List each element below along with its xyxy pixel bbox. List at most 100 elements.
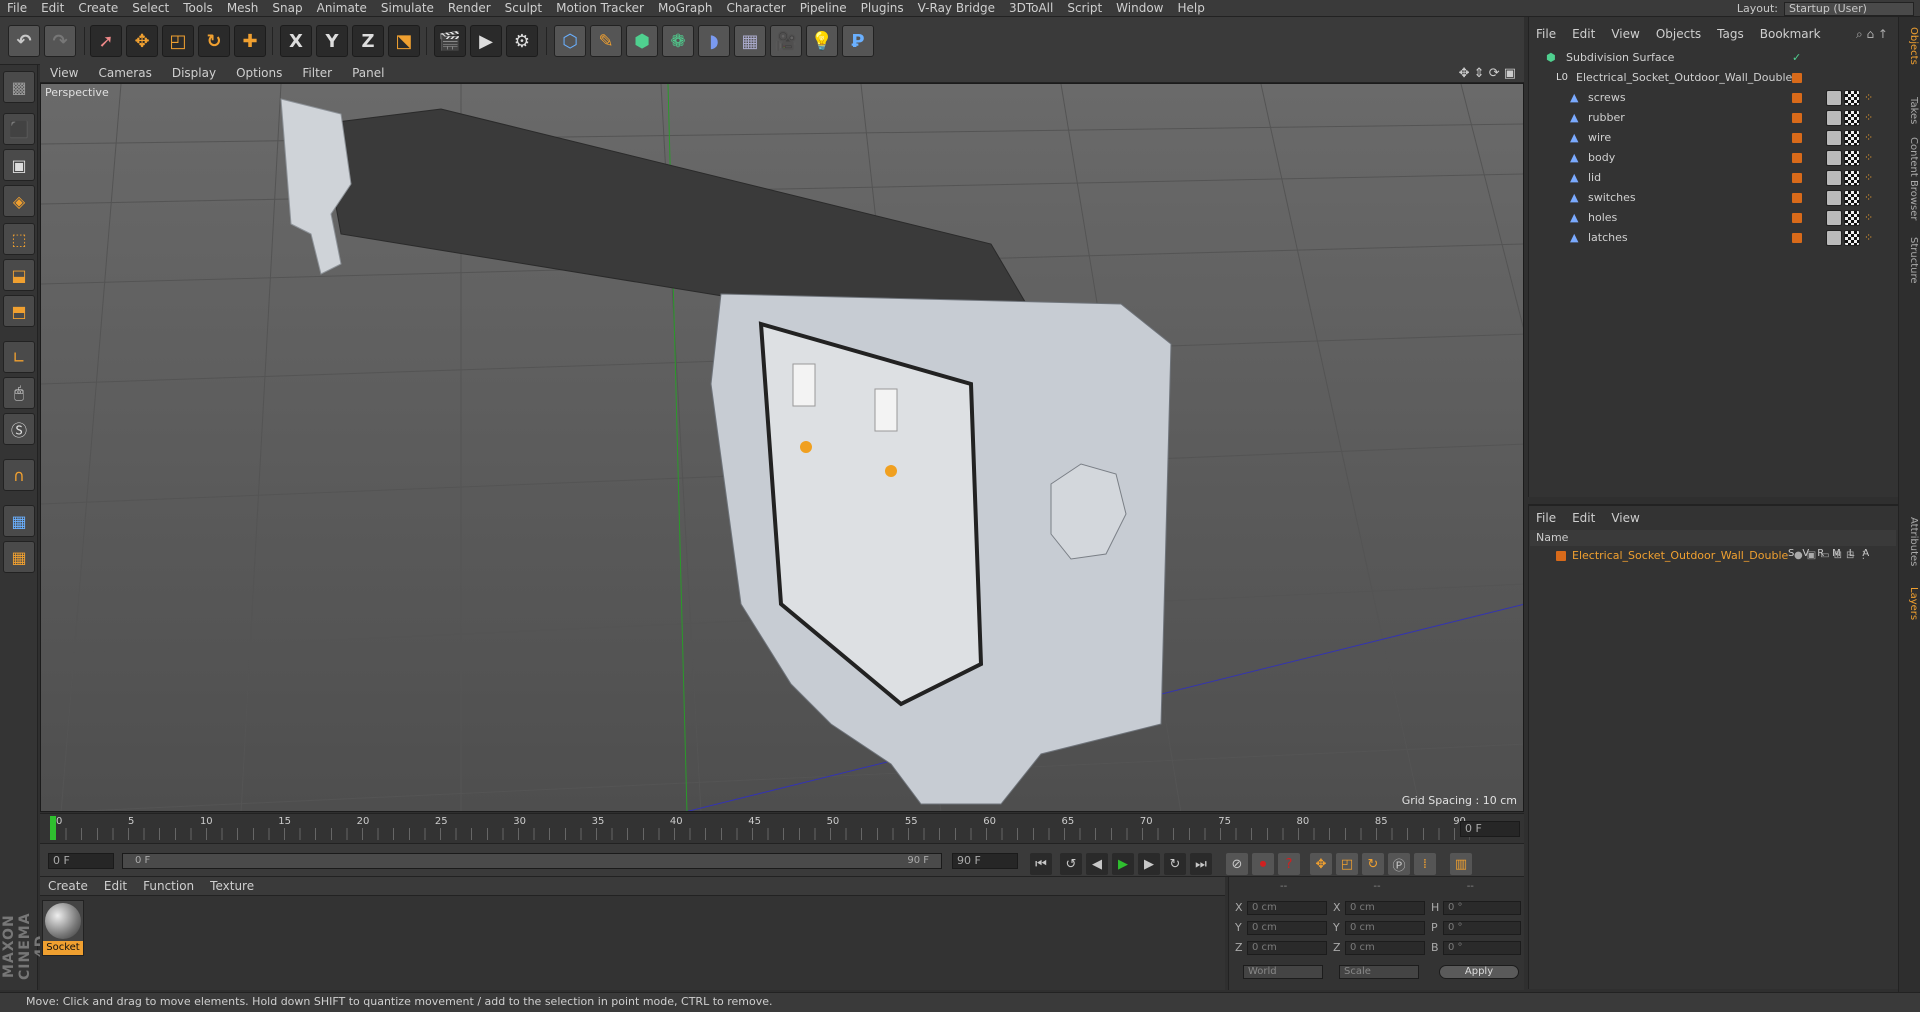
timeline-window-icon[interactable]: ▥ [1450,853,1472,875]
object-row[interactable]: ▲ holes ⁘ [1530,208,1896,228]
menu-vray-bridge[interactable]: V-Ray Bridge [911,1,1002,15]
layer-row[interactable]: Electrical_Socket_Outdoor_Wall_Double ●▣… [1530,546,1896,566]
planar-workplane-icon[interactable]: ▦ [3,541,35,573]
texture-tag-icon[interactable] [1826,170,1842,186]
python-icon[interactable]: Ꝑ [842,25,874,57]
objects-menu-edit[interactable]: Edit [1564,27,1603,41]
uvw-tag-icon[interactable] [1844,110,1860,126]
menu-sculpt[interactable]: Sculpt [498,1,549,15]
search-icon[interactable]: ⌕ ⌂ ↑ [1856,27,1888,42]
viewport-menu-options[interactable]: Options [226,66,292,80]
texture-tag-icon[interactable] [1826,230,1842,246]
object-row[interactable]: ▲ switches ⁘ [1530,188,1896,208]
start-frame-field[interactable]: 0 F [48,853,114,869]
go-to-start-icon[interactable]: ⏮ [1030,853,1052,875]
playhead[interactable] [50,816,56,840]
edit-render-settings-icon[interactable]: ⚙ [506,25,538,57]
menu-window[interactable]: Window [1109,1,1170,15]
lock-x-icon[interactable]: X [280,25,312,57]
layer-tag-icon[interactable] [1792,73,1802,83]
menu-plugins[interactable]: Plugins [854,1,911,15]
tab-attributes[interactable]: Attributes [1901,517,1919,566]
tab-structure[interactable]: Structure [1901,237,1919,284]
tab-objects[interactable]: Objects [1901,27,1919,65]
coord-mode-select[interactable]: World [1243,965,1323,979]
render-to-picture-viewer-icon[interactable]: ▶ [470,25,502,57]
uvw-tag-icon[interactable] [1844,190,1860,206]
texture-tag-icon[interactable] [1826,150,1842,166]
snapping-icon[interactable]: Ⓢ [3,413,35,445]
menu-mograph[interactable]: MoGraph [651,1,720,15]
material-menu-create[interactable]: Create [40,879,96,893]
layer-tag-icon[interactable] [1792,153,1802,163]
position-x-field[interactable]: 0 cm [1247,901,1327,915]
rotation-h-field[interactable]: 0 ° [1443,901,1521,915]
end-frame-field[interactable]: 90 F [952,853,1018,869]
viewport-menu-display[interactable]: Display [162,66,226,80]
viewport-menu-filter[interactable]: Filter [292,66,342,80]
render-view-icon[interactable]: 🎬 [434,25,466,57]
position-z-field[interactable]: 0 cm [1247,941,1327,955]
uvw-tag-icon[interactable] [1844,170,1860,186]
enabled-check-icon[interactable]: ✓ [1792,48,1801,68]
camera-icon[interactable]: 🎥 [770,25,802,57]
floor-icon[interactable]: ▦ [734,25,766,57]
layer-tag-icon[interactable] [1792,113,1802,123]
menu-3dtoall[interactable]: 3DToAll [1002,1,1060,15]
texture-mode-icon[interactable]: ▣ [3,149,35,181]
viewport-menu-panel[interactable]: Panel [342,66,394,80]
timeline-ruler[interactable]: 0 5 10 15 20 25 30 35 40 45 50 55 60 65 … [40,813,1524,843]
texture-tag-icon[interactable] [1826,210,1842,226]
range-slider[interactable]: 0 F 90 F [122,853,942,869]
viewport-menu-view[interactable]: View [40,66,88,80]
selection-tag-icon[interactable]: ⁘ [1864,228,1873,248]
axis-mode-icon[interactable]: ∟ [3,341,35,373]
texture-tag-icon[interactable] [1826,190,1842,206]
layer-tag-icon[interactable] [1792,233,1802,243]
layer-tag-icon[interactable] [1792,93,1802,103]
key-scale-icon[interactable]: ◰ [1336,853,1358,875]
selection-tag-icon[interactable]: ⁘ [1864,168,1873,188]
key-pla-icon[interactable]: ⁞ [1414,853,1436,875]
key-position-icon[interactable]: ✥ [1310,853,1332,875]
layer-color-swatch[interactable] [1556,551,1566,561]
selection-tag-icon[interactable]: ⁘ [1864,148,1873,168]
object-row[interactable]: L0 Electrical_Socket_Outdoor_Wall_Double [1530,68,1896,88]
layer-tag-icon[interactable] [1792,213,1802,223]
key-param-icon[interactable]: Ⓟ [1388,853,1410,875]
uvw-tag-icon[interactable] [1844,130,1860,146]
menu-edit[interactable]: Edit [34,1,71,15]
go-to-end-icon[interactable]: ⏭ [1190,853,1212,875]
prev-frame-icon[interactable]: ◀ [1086,853,1108,875]
world-coordinates-icon[interactable]: ⬔ [388,25,420,57]
layer-tag-icon[interactable] [1792,133,1802,143]
layer-flag-icons[interactable]: ●▣▭⊞⊟⋮ [1794,546,1872,566]
lock-y-icon[interactable]: Y [316,25,348,57]
object-row[interactable]: ▲ screws ⁘ [1530,88,1896,108]
menu-help[interactable]: Help [1170,1,1211,15]
object-row[interactable]: ▲ latches ⁘ [1530,228,1896,248]
menu-snap[interactable]: Snap [265,1,309,15]
material-swatch[interactable]: Socket [42,900,84,956]
next-key-icon[interactable]: ↻ [1164,853,1186,875]
uvw-tag-icon[interactable] [1844,210,1860,226]
make-editable-icon[interactable]: ▩ [3,71,35,103]
cube-primitive-icon[interactable]: ⬡ [554,25,586,57]
edges-mode-icon[interactable]: ⬓ [3,259,35,291]
live-selection-icon[interactable]: ➚ [90,25,122,57]
magnet-icon[interactable]: ∩ [3,459,35,491]
menu-simulate[interactable]: Simulate [374,1,441,15]
viewport-menu-cameras[interactable]: Cameras [88,66,161,80]
uvw-tag-icon[interactable] [1844,230,1860,246]
menu-character[interactable]: Character [719,1,792,15]
texture-tag-icon[interactable] [1826,130,1842,146]
layers-menu-file[interactable]: File [1528,511,1564,525]
menu-motion-tracker[interactable]: Motion Tracker [549,1,651,15]
menu-animate[interactable]: Animate [310,1,374,15]
object-row[interactable]: ⬢ Subdivision Surface ✓ [1530,48,1896,68]
tweak-mode-icon[interactable]: 🖱 [3,377,35,409]
menu-render[interactable]: Render [441,1,498,15]
objects-menu-file[interactable]: File [1528,27,1564,41]
objects-menu-tags[interactable]: Tags [1709,27,1752,41]
record-keys-disabled-icon[interactable]: ⊘ [1226,853,1248,875]
